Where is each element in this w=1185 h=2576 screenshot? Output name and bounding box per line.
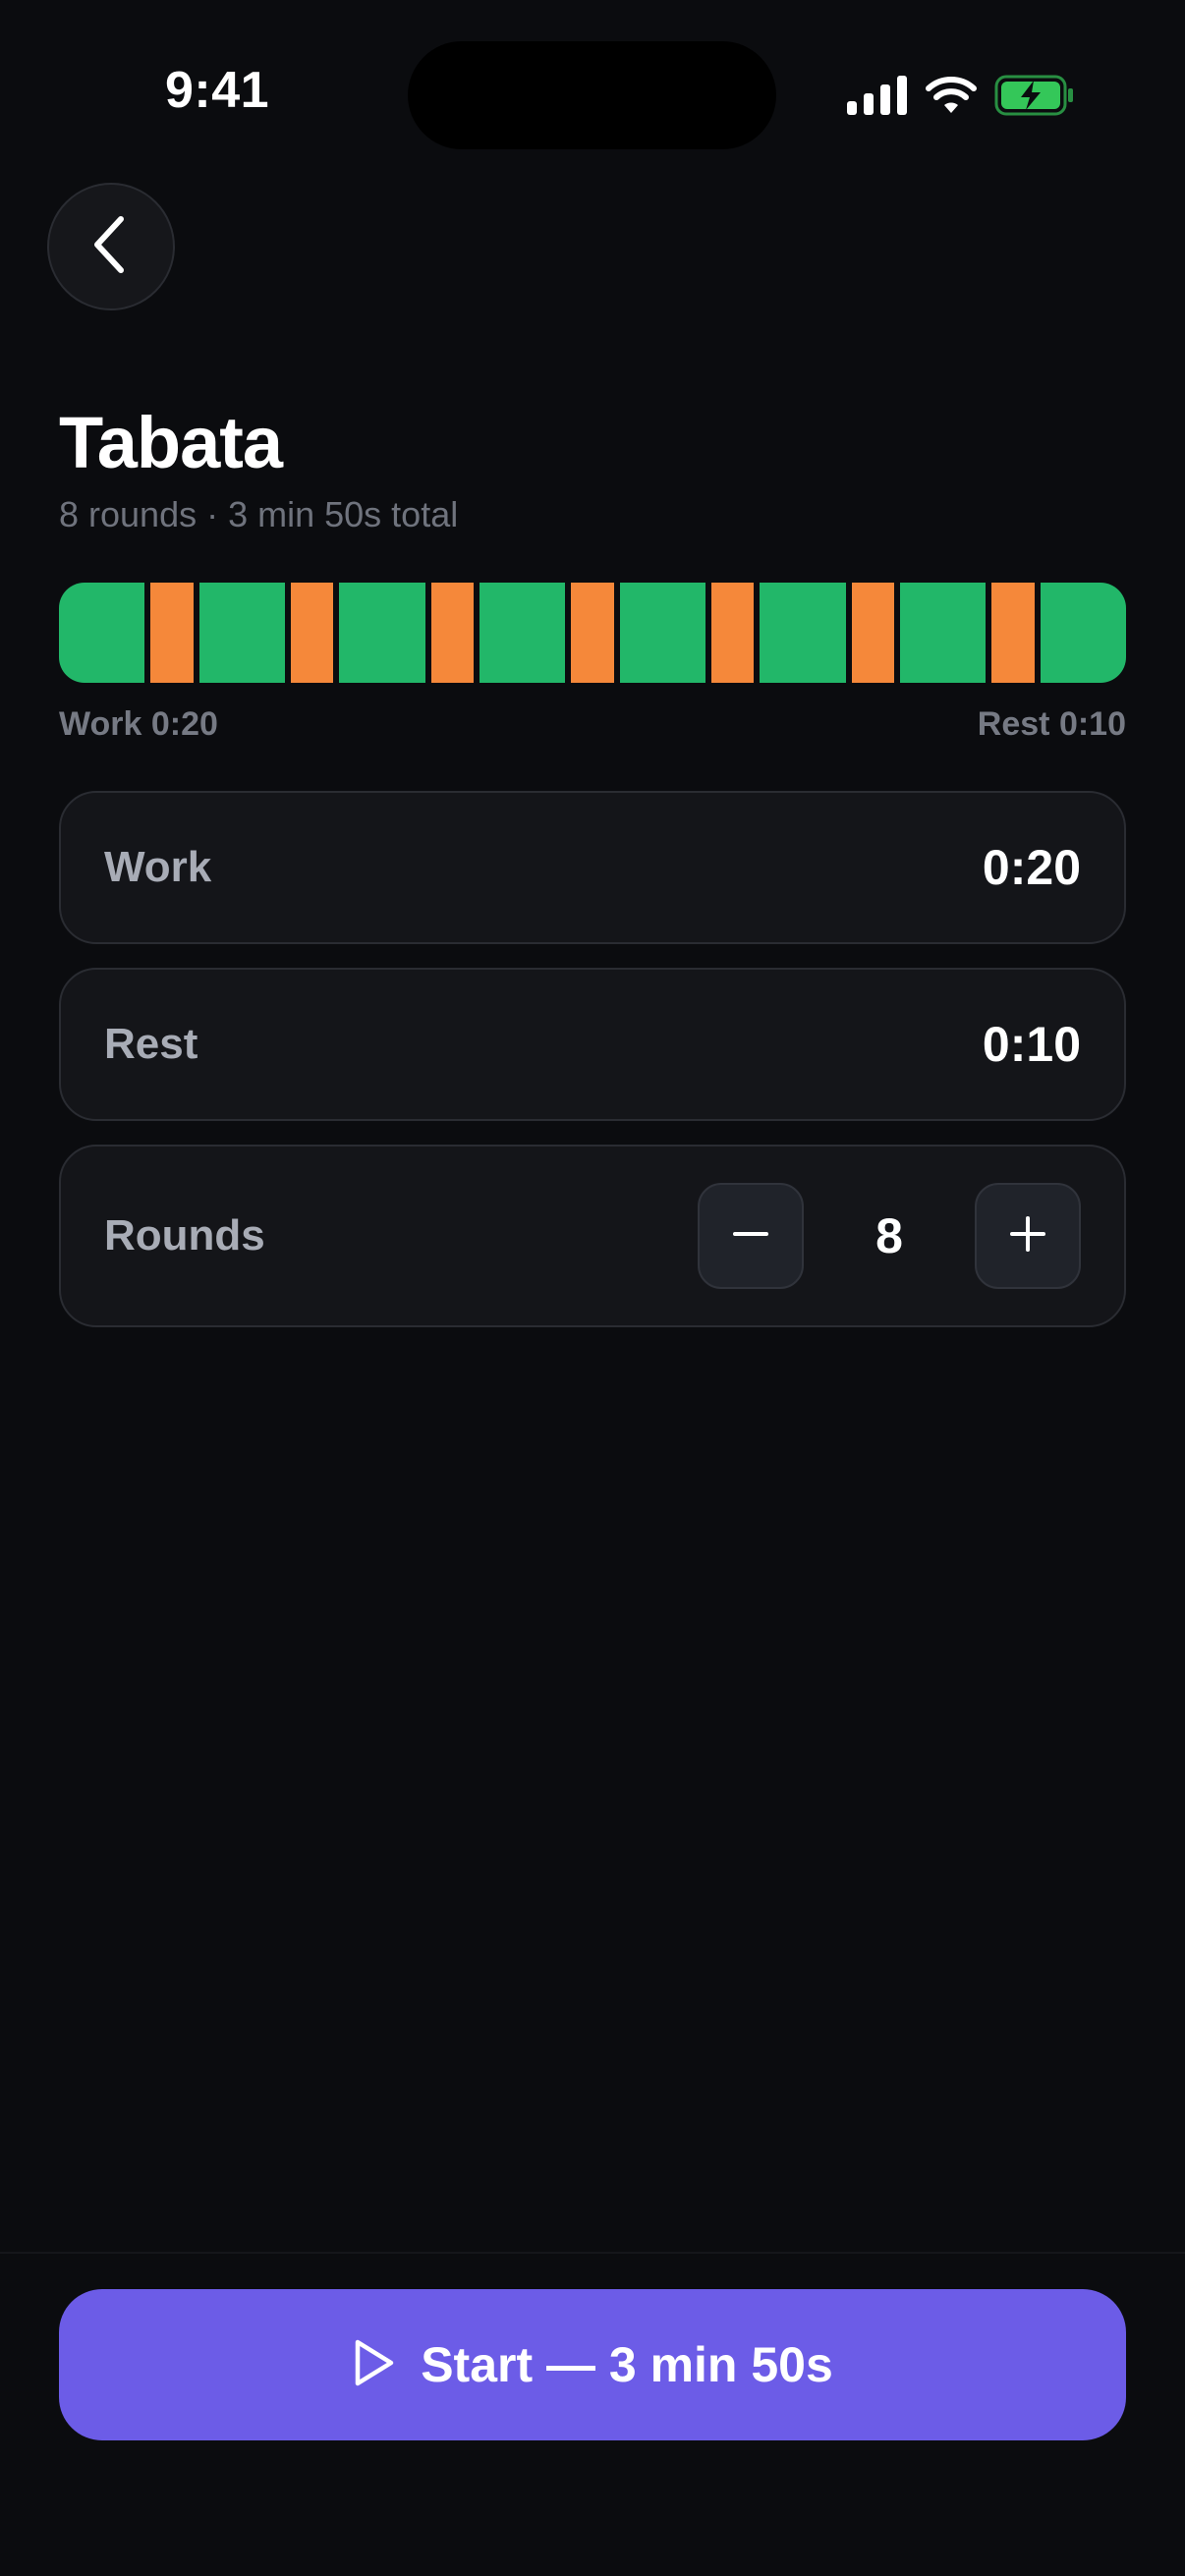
rest-interval-segment <box>150 583 194 683</box>
rounds-setting-row: Rounds 8 <box>59 1145 1126 1327</box>
work-interval-segment <box>1040 583 1126 683</box>
rest-value: 0:10 <box>982 1017 1081 1072</box>
decrement-rounds-button[interactable] <box>698 1183 804 1289</box>
interval-timeline-bar <box>59 583 1126 683</box>
dynamic-island <box>408 41 776 149</box>
page-subtitle: 8 rounds · 3 min 50s total <box>59 494 459 534</box>
work-interval-segment <box>339 583 425 683</box>
rest-interval-segment <box>290 583 334 683</box>
battery-charging-icon <box>994 75 1075 121</box>
work-duration-label: Work 0:20 <box>59 705 218 743</box>
bottom-divider <box>0 2252 1185 2254</box>
work-interval-segment <box>198 583 285 683</box>
work-interval-segment <box>900 583 987 683</box>
rest-duration-label: Rest 0:10 <box>977 705 1126 743</box>
page-title: Tabata <box>59 402 283 483</box>
rounds-stepper: 8 <box>698 1183 1081 1289</box>
rest-setting-row[interactable]: Rest 0:10 <box>59 968 1126 1121</box>
rounds-value: 8 <box>875 1208 903 1263</box>
increment-rounds-button[interactable] <box>975 1183 1081 1289</box>
cellular-signal-icon <box>847 75 908 120</box>
work-setting-row[interactable]: Work 0:20 <box>59 791 1126 944</box>
work-value: 0:20 <box>982 840 1081 895</box>
minus-icon <box>731 1214 770 1259</box>
rest-interval-segment <box>991 583 1035 683</box>
play-icon <box>352 2338 395 2392</box>
rest-interval-segment <box>710 583 755 683</box>
plus-icon <box>1008 1214 1047 1259</box>
work-interval-segment <box>59 583 145 683</box>
back-button[interactable] <box>47 183 175 310</box>
work-interval-segment <box>480 583 566 683</box>
start-button-label: Start — 3 min 50s <box>421 2337 833 2392</box>
work-label: Work <box>104 843 212 891</box>
status-icons <box>847 73 1075 122</box>
rest-label: Rest <box>104 1020 198 1068</box>
work-interval-segment <box>760 583 846 683</box>
status-time: 9:41 <box>165 62 270 119</box>
rest-interval-segment <box>571 583 614 683</box>
rounds-label: Rounds <box>104 1211 265 1260</box>
chevron-left-icon <box>87 213 135 281</box>
start-button[interactable]: Start — 3 min 50s <box>59 2289 1126 2440</box>
status-bar: 9:41 <box>0 0 1185 149</box>
wifi-icon <box>926 76 977 120</box>
rest-interval-segment <box>851 583 895 683</box>
rest-interval-segment <box>430 583 475 683</box>
work-interval-segment <box>619 583 705 683</box>
